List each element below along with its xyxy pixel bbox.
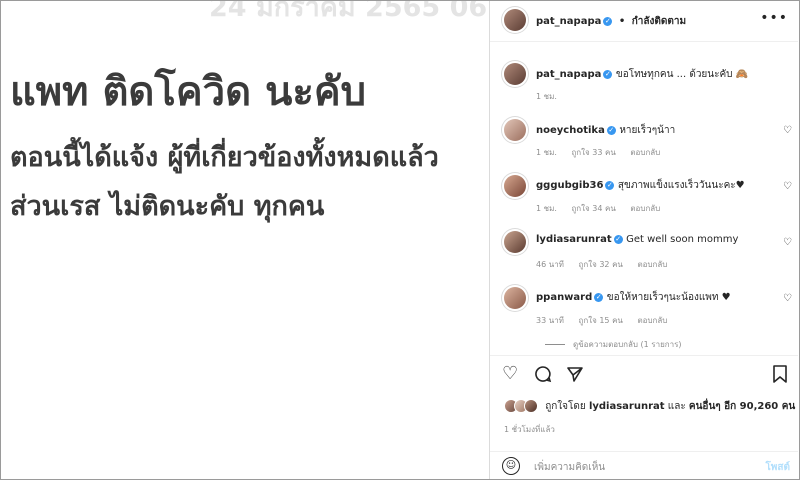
liked-others[interactable]: คนอื่นๆ อีก 90,260 คน [689,401,795,412]
header-user: pat_napapa ✓ • กำลังติดตาม [536,14,686,29]
post-line-1: ตอนนี้ได้แจ้ง ผู้ที่เกี่ยวข้องทั้งหมดแล้… [10,142,439,173]
replies-divider [545,344,565,345]
comment-text: สุขภาพแข็งแรงเร็ววันนะคะ♥ [617,180,745,191]
caption-avatar[interactable] [504,63,526,85]
comment-likes[interactable]: ถูกใจ 33 คน [571,148,615,157]
avatar[interactable] [504,9,526,31]
comment-avatar[interactable] [504,287,526,309]
view-replies-link[interactable]: ดูข้อความตอบกลับ (1 รายการ) [545,338,682,351]
heart-icon[interactable]: ♡ [783,237,792,248]
reply-button[interactable]: ตอบกลับ [637,260,667,269]
bookmark-icon[interactable] [772,365,788,387]
liked-prefix: ถูกใจโดย [545,401,586,412]
comment-likes[interactable]: ถูกใจ 15 คน [579,316,623,325]
verified-icon: ✓ [606,125,616,135]
comment-meta: 1 ชม. ถูกใจ 34 คน ตอบกลับ [536,202,672,215]
comment-time: 33 นาที [536,316,564,325]
emoji-icon[interactable]: ☺ [502,457,520,475]
action-bar: ♡ [490,355,798,392]
comment-meta: 1 ชม. ถูกใจ 33 คน ตอบกลับ [536,146,672,159]
verified-icon: ✓ [603,69,613,79]
liked-middle: และ [667,401,686,412]
comment-text: ขอให้หายเร็วๆนะน้องแพท ♥ [606,292,731,303]
like-heart-icon[interactable]: ♡ [502,365,518,383]
comment-bar: ☺ เพิ่มความคิดเห็น โพสต์ [490,451,798,480]
caption-username[interactable]: pat_napapa [536,69,601,80]
comment-time: 1 ชม. [536,148,557,157]
comment-input[interactable]: เพิ่มความคิดเห็น [534,460,605,475]
comment-username[interactable]: ppanward [536,292,592,303]
caption-text: ขอโทษทุกคน ... ด้วยนะคับ 🙈 [615,69,749,80]
comment-avatar[interactable] [504,231,526,253]
comments-panel: pat_napapa ✓ • กำลังติดตาม ••• pat_napapa… [490,1,798,479]
separator: • [618,16,626,27]
verified-icon: ✓ [594,292,604,302]
comment-time: 1 ชม. [536,204,557,213]
verified-icon: ✓ [605,180,615,190]
post-headline: แพท ติดโควิด นะคับ [10,69,366,115]
post-button[interactable]: โพสต์ [765,460,790,475]
comment-row: lydiasarunrat ✓ Get well soon mommy [536,234,738,245]
comment-row: noeychotika ✓ หายเร็วๆน้าา [536,123,675,138]
verified-icon: ✓ [603,16,613,26]
comment-username[interactable]: gggubgib36 [536,180,603,191]
liker-avatar [524,399,538,413]
reply-button[interactable]: ตอบกลับ [630,204,660,213]
comment-text: หายเร็วๆน้าา [619,125,676,136]
comment-username[interactable]: lydiasarunrat [536,234,612,245]
more-options-icon[interactable]: ••• [760,10,788,26]
comment-text: Get well soon mommy [626,234,739,245]
following-button[interactable]: กำลังติดตาม [632,16,686,27]
liked-user[interactable]: lydiasarunrat [589,401,665,412]
comment-avatar[interactable] [504,175,526,197]
post-date-text: 24 มกราคม 2565 06:0 [209,1,490,23]
reply-button[interactable]: ตอบกลับ [637,316,667,325]
heart-icon[interactable]: ♡ [783,293,792,304]
comment-time: 46 นาที [536,260,564,269]
header-username[interactable]: pat_napapa [536,16,601,27]
post-header: pat_napapa ✓ • กำลังติดตาม ••• [490,1,798,42]
comment-icon[interactable] [534,365,552,387]
comment-row: gggubgib36 ✓ สุขภาพแข็งแรงเร็ววันนะคะ♥ [536,178,745,193]
share-icon[interactable] [566,365,584,387]
heart-icon[interactable]: ♡ [783,181,792,192]
caption: pat_napapa ✓ ขอโทษทุกคน ... ด้วยนะคับ 🙈 [536,67,748,82]
liked-by: ถูกใจโดย lydiasarunrat และ คนอื่นๆ อีก 9… [504,399,795,414]
heart-icon[interactable]: ♡ [783,125,792,136]
comment-username[interactable]: noeychotika [536,125,605,136]
view-replies-label: ดูข้อความตอบกลับ (1 รายการ) [573,340,682,349]
verified-icon: ✓ [613,234,623,244]
comment-likes[interactable]: ถูกใจ 34 คน [571,204,615,213]
caption-time: 1 ชม. [536,92,557,101]
comment-meta: 46 นาที ถูกใจ 32 คน ตอบกลับ [536,258,679,271]
post-line-2: ส่วนเรส ไม่ติดนะคับ ทุกคน [10,191,325,222]
post-time: 1 ชั่วโมงที่แล้ว [504,425,555,434]
reply-button[interactable]: ตอบกลับ [630,148,660,157]
post-image: 24 มกราคม 2565 06:0 แพท ติดโควิด นะคับ ต… [1,1,490,479]
comment-meta: 33 นาที ถูกใจ 15 คน ตอบกลับ [536,314,679,327]
comment-likes[interactable]: ถูกใจ 32 คน [579,260,623,269]
comment-row: ppanward ✓ ขอให้หายเร็วๆนะน้องแพท ♥ [536,290,731,305]
comment-avatar[interactable] [504,119,526,141]
